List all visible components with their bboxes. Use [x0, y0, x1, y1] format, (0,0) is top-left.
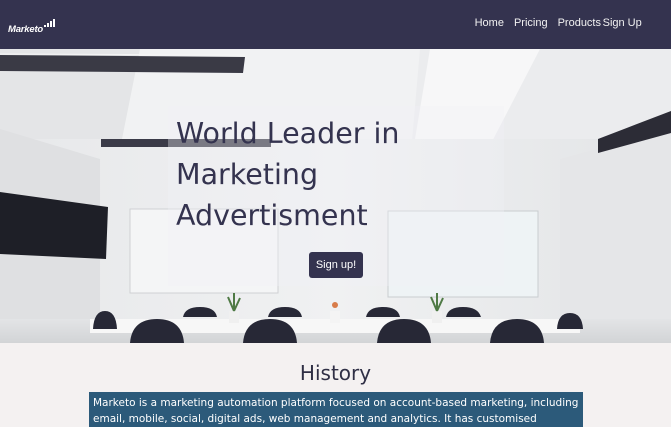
brand-name: Marketo	[8, 23, 44, 35]
brand-logo[interactable]: Marketo	[8, 16, 56, 35]
hero-title: World Leader in Marketing Advertisment	[176, 117, 400, 232]
history-title: History	[299, 361, 372, 385]
history-section: History Marketo is a marketing automatio…	[0, 343, 671, 427]
nav-link-products[interactable]: Products	[558, 17, 601, 29]
nav-link-sign-up[interactable]: Sign Up	[603, 17, 642, 29]
nav-link-home[interactable]: Home	[475, 17, 504, 29]
logo-bars-icon	[44, 19, 56, 27]
nav-links: Home Pricing Products Sign Up	[475, 17, 642, 29]
navbar: Marketo Home Pricing Products Sign Up	[0, 0, 671, 49]
nav-link-pricing[interactable]: Pricing	[514, 17, 548, 29]
hero-sign-up-button[interactable]: Sign up!	[309, 252, 363, 278]
history-text: Marketo is a marketing automation platfo…	[89, 392, 583, 427]
hero-section: World Leader in Marketing Advertisment S…	[0, 49, 671, 343]
